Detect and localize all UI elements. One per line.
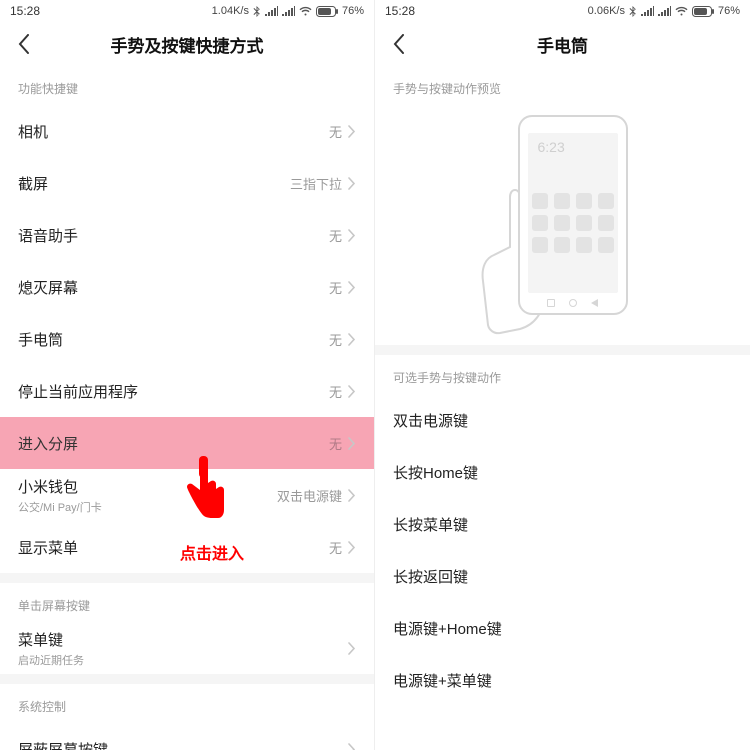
- row-label: 屏蔽屏幕按键: [18, 739, 108, 750]
- option-label: 电源键+菜单键: [393, 670, 492, 691]
- gesture-option[interactable]: 长按返回键: [375, 550, 750, 602]
- page-title: 手电筒: [383, 32, 742, 57]
- shortcut-row[interactable]: 停止当前应用程序 无: [0, 365, 374, 417]
- chevron-right-icon: [348, 541, 356, 554]
- status-bar: 15:28 0.06K/s 76%: [375, 0, 750, 22]
- section-divider: [0, 573, 374, 583]
- section-divider: [0, 674, 374, 684]
- gesture-option[interactable]: 长按菜单键: [375, 498, 750, 550]
- status-battery: 76%: [718, 5, 740, 17]
- shortcut-row[interactable]: 小米钱包公交/Mi Pay/门卡 双击电源键: [0, 469, 374, 521]
- chevron-right-icon: [348, 229, 356, 242]
- chevron-right-icon: [348, 489, 356, 502]
- chevron-right-icon: [348, 437, 356, 450]
- bluetooth-icon: [629, 6, 637, 17]
- shortcut-row[interactable]: 进入分屏 无: [0, 417, 374, 469]
- row-label: 进入分屏: [18, 433, 78, 454]
- system-row[interactable]: 屏蔽屏幕按键: [0, 723, 374, 750]
- status-time: 15:28: [10, 4, 40, 18]
- row-value: 三指下拉: [290, 174, 342, 193]
- row-value: 无: [329, 226, 342, 245]
- status-netspeed: 1.04K/s: [212, 5, 249, 17]
- wifi-icon: [675, 6, 688, 16]
- status-right: 0.06K/s 76%: [588, 5, 740, 17]
- status-bar: 15:28 1.04K/s 76%: [0, 0, 374, 22]
- shortcut-row[interactable]: 熄灭屏幕 无: [0, 261, 374, 313]
- row-label: 语音助手: [18, 225, 78, 246]
- row-label: 截屏: [18, 173, 48, 194]
- battery-icon: [316, 6, 338, 17]
- battery-icon: [692, 6, 714, 17]
- row-label: 显示菜单: [18, 537, 78, 558]
- section-divider: [375, 345, 750, 355]
- row-label: 相机: [18, 121, 48, 142]
- section-header-actions: 可选手势与按键动作: [375, 355, 750, 394]
- status-netspeed: 0.06K/s: [588, 5, 625, 17]
- screen-shortcuts: 15:28 1.04K/s 76% 手势及按键快捷方式 功能快捷键 相机无截屏三…: [0, 0, 375, 750]
- chevron-right-icon: [348, 333, 356, 346]
- phone-outline-icon: 6:23: [518, 115, 628, 315]
- status-time: 15:28: [385, 4, 415, 18]
- row-label: 菜单键: [18, 629, 84, 650]
- row-value: 双击电源键: [277, 486, 342, 505]
- gesture-option[interactable]: 双击电源键: [375, 394, 750, 446]
- shortcut-row[interactable]: 语音助手 无: [0, 209, 374, 261]
- status-battery: 76%: [342, 5, 364, 17]
- row-sublabel: 公交/Mi Pay/门卡: [18, 499, 102, 515]
- row-value: 无: [329, 330, 342, 349]
- option-label: 长按Home键: [393, 462, 478, 483]
- row-value: 无: [329, 122, 342, 141]
- option-label: 长按菜单键: [393, 514, 468, 535]
- signal-icon: [265, 6, 278, 16]
- bluetooth-icon: [253, 6, 261, 17]
- tapkey-row[interactable]: 菜单键启动近期任务: [0, 622, 374, 674]
- option-label: 双击电源键: [393, 410, 468, 431]
- option-label: 电源键+Home键: [393, 618, 502, 639]
- gesture-option[interactable]: 长按Home键: [375, 446, 750, 498]
- row-value: 无: [329, 382, 342, 401]
- phone-navbar-icon: [520, 297, 626, 309]
- shortcut-row[interactable]: 截屏 三指下拉: [0, 157, 374, 209]
- chevron-right-icon: [348, 125, 356, 138]
- shortcut-row[interactable]: 手电筒 无: [0, 313, 374, 365]
- shortcut-row[interactable]: 显示菜单 无: [0, 521, 374, 573]
- wifi-icon: [299, 6, 312, 16]
- signal-icon: [641, 6, 654, 16]
- signal2-icon: [282, 6, 295, 16]
- row-label: 停止当前应用程序: [18, 381, 138, 402]
- shortcut-row[interactable]: 相机 无: [0, 105, 374, 157]
- row-label: 熄灭屏幕: [18, 277, 78, 298]
- section-header-preview: 手势与按键动作预览: [375, 66, 750, 105]
- screen-flashlight: 15:28 0.06K/s 76% 手电筒 手势与按键动作预览: [375, 0, 750, 750]
- navbar: 手势及按键快捷方式: [0, 22, 374, 66]
- app-grid-icon: [528, 193, 618, 253]
- section-header-tap: 单击屏幕按键: [0, 583, 374, 622]
- row-label: 小米钱包: [18, 476, 102, 497]
- signal2-icon: [658, 6, 671, 16]
- option-label: 长按返回键: [393, 566, 468, 587]
- chevron-right-icon: [348, 385, 356, 398]
- gesture-preview: 6:23: [375, 105, 750, 345]
- page-title: 手势及按键快捷方式: [8, 32, 366, 57]
- chevron-right-icon: [348, 177, 356, 190]
- chevron-right-icon: [348, 743, 356, 750]
- row-sublabel: 启动近期任务: [18, 652, 84, 668]
- row-value: 无: [329, 538, 342, 557]
- chevron-right-icon: [348, 642, 356, 655]
- chevron-right-icon: [348, 281, 356, 294]
- section-header-shortcuts: 功能快捷键: [0, 66, 374, 105]
- section-header-system: 系统控制: [0, 684, 374, 723]
- gesture-option[interactable]: 电源键+Home键: [375, 602, 750, 654]
- row-value: 无: [329, 434, 342, 453]
- phone-clock: 6:23: [538, 139, 565, 155]
- row-value: 无: [329, 278, 342, 297]
- navbar: 手电筒: [375, 22, 750, 66]
- row-label: 手电筒: [18, 329, 63, 350]
- gesture-option[interactable]: 电源键+菜单键: [375, 654, 750, 706]
- status-right: 1.04K/s 76%: [212, 5, 364, 17]
